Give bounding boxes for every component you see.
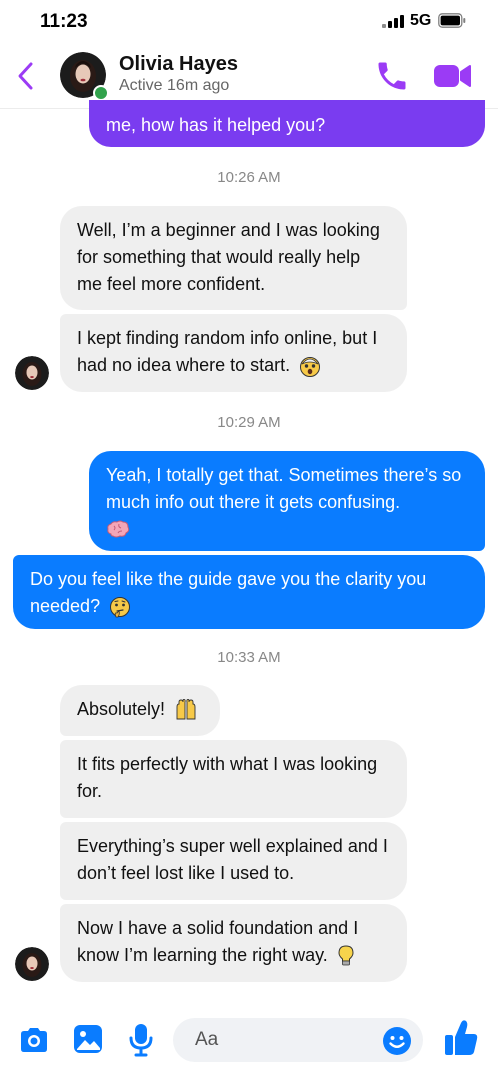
message-text: It fits perfectly with what I was lookin… <box>77 754 378 801</box>
message-input[interactable]: Aa <box>173 1018 423 1062</box>
gallery-icon[interactable] <box>71 1021 105 1057</box>
network-label: 5G <box>410 12 432 29</box>
avatar[interactable] <box>15 356 49 390</box>
battery-icon <box>438 13 466 28</box>
contact-name[interactable]: Olivia Hayes <box>119 53 238 76</box>
raised-hands-emoji <box>176 699 196 720</box>
status-time: 11:23 <box>40 11 88 32</box>
message-text: Do you feel like the guide gave you the … <box>30 569 427 616</box>
emoji-smile-icon[interactable] <box>382 1026 412 1056</box>
message-text: Well, I’m a beginner and I was looking f… <box>77 220 380 294</box>
message-input-placeholder: Aa <box>195 1029 219 1050</box>
avatar[interactable] <box>15 947 49 981</box>
outgoing-message[interactable]: Do you feel like the guide gave you the … <box>13 555 485 629</box>
incoming-message[interactable]: I kept finding random info online, but I… <box>60 314 407 392</box>
lightbulb-emoji <box>338 945 354 966</box>
microphone-icon[interactable] <box>126 1021 156 1059</box>
back-chevron-icon[interactable] <box>14 58 38 94</box>
incoming-message[interactable]: It fits perfectly with what I was lookin… <box>60 740 407 818</box>
message-text: Absolutely! <box>77 699 166 719</box>
timestamp: 10:26 AM <box>217 169 281 186</box>
outgoing-message[interactable]: me, how has it helped you? <box>89 100 485 147</box>
message-text: I kept finding random info online, but I… <box>77 328 378 375</box>
camera-icon[interactable] <box>17 1023 51 1057</box>
thumbs-up-icon[interactable] <box>442 1018 480 1058</box>
message-text: me, how has it helped you? <box>106 115 326 135</box>
phone-icon[interactable] <box>374 58 410 94</box>
timestamp: 10:29 AM <box>217 414 281 431</box>
incoming-message[interactable]: Now I have a solid foundation and I know… <box>60 904 407 982</box>
active-status-dot <box>93 85 109 101</box>
message-text: Yeah, I totally get that. Sometimes ther… <box>106 465 462 512</box>
contact-status: Active 16m ago <box>119 77 230 94</box>
outgoing-message[interactable]: Yeah, I totally get that. Sometimes ther… <box>89 451 485 551</box>
shocked-face-emoji <box>300 357 321 378</box>
brain-emoji <box>107 520 130 538</box>
video-camera-icon[interactable] <box>432 60 472 92</box>
status-bar: 11:23 5G <box>0 0 498 44</box>
signal-icon <box>382 15 404 28</box>
incoming-message[interactable]: Absolutely! <box>60 685 220 736</box>
thinking-face-emoji <box>110 597 131 618</box>
message-text: Now I have a solid foundation and I know… <box>77 918 359 965</box>
incoming-message[interactable]: Everything’s super well explained and I … <box>60 822 407 900</box>
message-text: Everything’s super well explained and I … <box>77 836 388 883</box>
timestamp: 10:33 AM <box>217 649 281 666</box>
incoming-message[interactable]: Well, I’m a beginner and I was looking f… <box>60 206 407 310</box>
message-composer: Aa <box>0 1006 498 1080</box>
